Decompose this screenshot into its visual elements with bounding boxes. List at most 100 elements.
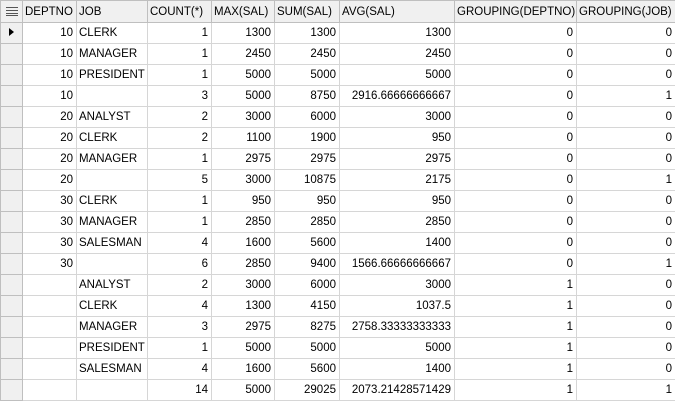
table-cell[interactable]: 2450 [211, 43, 275, 65]
table-cell[interactable]: 20 [22, 169, 77, 191]
table-cell[interactable]: 3000 [211, 169, 275, 191]
row-indicator[interactable] [0, 337, 23, 359]
row-indicator[interactable] [0, 106, 23, 128]
table-cell[interactable]: 0 [454, 64, 577, 86]
column-header[interactable]: GROUPING(DEPTNO) [454, 0, 577, 23]
table-cell[interactable]: 0 [576, 22, 675, 44]
table-cell[interactable]: 1 [147, 148, 212, 170]
table-cell[interactable]: 5 [147, 169, 212, 191]
table-cell[interactable]: 3000 [339, 106, 455, 128]
table-cell[interactable]: 0 [576, 274, 675, 296]
table-cell[interactable]: 10 [22, 64, 77, 86]
table-cell[interactable]: PRESIDENT [76, 64, 148, 86]
table-cell[interactable]: MANAGER [76, 43, 148, 65]
table-row[interactable]: 10 3 5000 8750 2916.66666666667 0 1 [0, 85, 675, 107]
table-row[interactable]: 20 5 3000 10875 2175 0 1 [0, 169, 675, 191]
table-cell[interactable]: 2850 [274, 211, 340, 233]
table-cell[interactable]: 1400 [339, 232, 455, 254]
row-indicator[interactable] [0, 127, 23, 149]
table-cell[interactable]: 1300 [339, 22, 455, 44]
table-cell[interactable]: 0 [576, 232, 675, 254]
table-cell[interactable]: 2916.66666666667 [339, 85, 455, 107]
table-cell[interactable]: 2 [147, 274, 212, 296]
table-cell[interactable]: 0 [454, 253, 577, 275]
table-cell[interactable]: 5000 [339, 64, 455, 86]
table-cell[interactable]: 2850 [211, 253, 275, 275]
table-cell[interactable]: 5600 [274, 232, 340, 254]
table-cell[interactable]: 0 [576, 148, 675, 170]
table-cell[interactable]: 0 [454, 22, 577, 44]
table-cell[interactable]: 20 [22, 148, 77, 170]
table-row[interactable]: 10 CLERK 1 1300 1300 1300 0 0 [0, 22, 675, 44]
table-cell[interactable] [76, 379, 148, 401]
table-cell[interactable] [22, 316, 77, 338]
table-cell[interactable]: 5000 [211, 379, 275, 401]
table-row[interactable]: 30 SALESMAN 4 1600 5600 1400 0 0 [0, 232, 675, 254]
table-cell[interactable]: 3 [147, 316, 212, 338]
table-cell[interactable]: 0 [454, 85, 577, 107]
table-cell[interactable]: 2175 [339, 169, 455, 191]
table-cell[interactable]: 0 [576, 358, 675, 380]
table-cell[interactable]: 5000 [339, 337, 455, 359]
row-indicator[interactable] [0, 253, 23, 275]
table-row[interactable]: 10 MANAGER 1 2450 2450 2450 0 0 [0, 43, 675, 65]
table-cell[interactable]: 1 [454, 379, 577, 401]
table-cell[interactable]: 0 [454, 169, 577, 191]
table-cell[interactable]: 4150 [274, 295, 340, 317]
table-cell[interactable]: 20 [22, 127, 77, 149]
table-cell[interactable]: 2 [147, 106, 212, 128]
table-cell[interactable]: 1 [147, 43, 212, 65]
table-cell[interactable]: 2450 [274, 43, 340, 65]
table-cell[interactable]: 5000 [274, 64, 340, 86]
table-cell[interactable]: 0 [576, 43, 675, 65]
table-cell[interactable]: 30 [22, 232, 77, 254]
table-cell[interactable]: 5600 [274, 358, 340, 380]
table-cell[interactable]: 1 [454, 316, 577, 338]
table-cell[interactable]: 6 [147, 253, 212, 275]
table-cell[interactable]: 1300 [211, 295, 275, 317]
table-cell[interactable]: 3000 [211, 106, 275, 128]
table-cell[interactable]: 2758.33333333333 [339, 316, 455, 338]
table-cell[interactable]: 4 [147, 295, 212, 317]
row-indicator[interactable] [0, 295, 23, 317]
table-row[interactable]: 30 MANAGER 1 2850 2850 2850 0 0 [0, 211, 675, 233]
table-cell[interactable]: 1 [147, 211, 212, 233]
table-cell[interactable] [76, 169, 148, 191]
row-indicator[interactable] [0, 43, 23, 65]
table-cell[interactable]: 1100 [211, 127, 275, 149]
table-cell[interactable]: 0 [576, 127, 675, 149]
table-cell[interactable]: 2975 [274, 148, 340, 170]
table-cell[interactable]: 1 [147, 22, 212, 44]
table-cell[interactable]: 0 [576, 211, 675, 233]
table-cell[interactable]: 5000 [211, 85, 275, 107]
table-row[interactable]: CLERK 4 1300 4150 1037.5 1 0 [0, 295, 675, 317]
table-cell[interactable]: 0 [454, 232, 577, 254]
row-indicator[interactable] [0, 211, 23, 233]
table-cell[interactable]: 0 [454, 106, 577, 128]
table-cell[interactable]: 0 [576, 295, 675, 317]
table-cell[interactable]: 20 [22, 106, 77, 128]
table-cell[interactable]: 950 [274, 190, 340, 212]
table-cell[interactable]: SALESMAN [76, 358, 148, 380]
table-cell[interactable]: 1 [147, 64, 212, 86]
table-cell[interactable]: CLERK [76, 22, 148, 44]
table-cell[interactable]: 1600 [211, 232, 275, 254]
table-cell[interactable]: 2850 [211, 211, 275, 233]
table-row[interactable]: MANAGER 3 2975 8275 2758.33333333333 1 0 [0, 316, 675, 338]
table-cell[interactable]: 5000 [211, 64, 275, 86]
table-cell[interactable]: MANAGER [76, 211, 148, 233]
table-cell[interactable] [76, 85, 148, 107]
table-cell[interactable]: 1300 [274, 22, 340, 44]
table-cell[interactable]: 1566.66666666667 [339, 253, 455, 275]
table-cell[interactable]: 4 [147, 358, 212, 380]
table-cell[interactable]: 3000 [211, 274, 275, 296]
table-cell[interactable]: 1900 [274, 127, 340, 149]
table-cell[interactable] [22, 358, 77, 380]
table-cell[interactable] [22, 379, 77, 401]
row-indicator[interactable] [0, 358, 23, 380]
table-cell[interactable]: 1 [454, 337, 577, 359]
table-cell[interactable]: 1 [576, 169, 675, 191]
table-cell[interactable]: 5000 [274, 337, 340, 359]
table-cell[interactable] [22, 274, 77, 296]
table-cell[interactable]: CLERK [76, 295, 148, 317]
